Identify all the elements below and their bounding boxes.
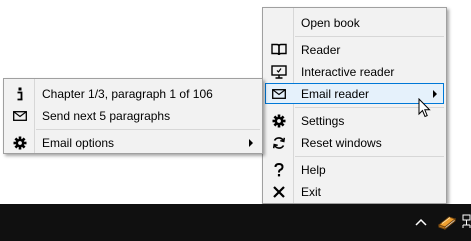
submenu-arrow-icon xyxy=(433,90,437,98)
menu-item-reset-windows[interactable]: Reset windows xyxy=(265,132,444,153)
menu-item-label: Email reader xyxy=(301,87,370,101)
menu-item-label: Chapter 1/3, paragraph 1 of 106 xyxy=(42,87,213,101)
submenu-item-send-next[interactable]: Send next 5 paragraphs xyxy=(6,105,260,126)
menu-item-label: Reset windows xyxy=(301,136,382,150)
menu-item-label: Settings xyxy=(301,114,345,128)
menu-item-label: Reader xyxy=(301,43,341,57)
book-icon[interactable] xyxy=(437,213,457,231)
submenu-item-email-options[interactable]: Email options xyxy=(6,132,260,153)
mouse-cursor-icon xyxy=(418,98,431,119)
close-icon xyxy=(266,182,292,201)
menu-item-label: Send next 5 paragraphs xyxy=(42,109,171,123)
refresh-icon xyxy=(266,133,292,152)
gear-icon xyxy=(7,133,33,152)
network-icon[interactable] xyxy=(462,213,471,231)
submenu-arrow-icon xyxy=(249,139,253,147)
monitor-icon xyxy=(266,62,292,81)
submenu-item-chapter-info[interactable]: Chapter 1/3, paragraph 1 of 106 xyxy=(6,83,260,104)
menu-item-interactive-reader[interactable]: Interactive reader xyxy=(265,61,444,82)
taskbar xyxy=(0,204,471,241)
envelope-icon xyxy=(7,106,33,125)
gear-icon xyxy=(266,111,292,130)
menu-item-label: Exit xyxy=(301,185,322,199)
menu-separator xyxy=(295,36,444,37)
menu-separator xyxy=(36,129,260,130)
email-reader-submenu: Chapter 1/3, paragraph 1 of 106 Send nex… xyxy=(3,78,263,154)
book-icon xyxy=(266,40,292,59)
menu-item-exit[interactable]: Exit xyxy=(265,181,444,202)
menu-item-label: Help xyxy=(301,163,326,177)
menu-item-label: Interactive reader xyxy=(301,65,395,79)
envelope-icon xyxy=(266,84,292,103)
menu-item-open-book[interactable]: Open book xyxy=(265,12,444,33)
menu-item-label: Email options xyxy=(42,136,115,150)
menu-item-help[interactable]: Help xyxy=(265,159,444,180)
menu-item-reader[interactable]: Reader xyxy=(265,39,444,60)
info-icon xyxy=(7,84,33,103)
question-icon xyxy=(266,160,292,179)
menu-item-label: Open book xyxy=(301,16,360,30)
menu-separator xyxy=(295,156,444,157)
chevron-up-icon[interactable] xyxy=(415,218,427,226)
